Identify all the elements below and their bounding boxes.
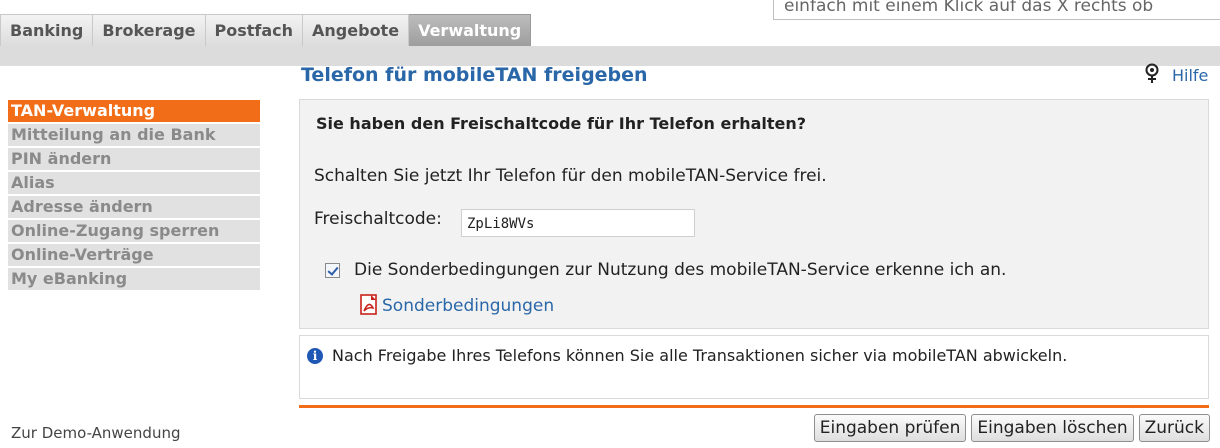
sidebar-item-adresse-aendern[interactable]: Adresse ändern bbox=[8, 196, 260, 218]
hint-banner: einfach mit einem Klick auf das X rechts… bbox=[773, 0, 1220, 20]
unlock-code-label: Freischaltcode: bbox=[314, 209, 442, 229]
form-intro: Schalten Sie jetzt Ihr Telefon für den m… bbox=[314, 166, 827, 186]
divider bbox=[299, 405, 1209, 408]
tab-postfach[interactable]: Postfach bbox=[205, 14, 304, 46]
info-text: Nach Freigabe Ihres Telefons können Sie … bbox=[332, 346, 1068, 365]
form-panel: Sie haben den Freischaltcode für Ihr Tel… bbox=[299, 99, 1209, 329]
demo-link[interactable]: Zur Demo-Anwendung bbox=[11, 424, 180, 442]
sidebar-item-online-vertraege[interactable]: Online-Verträge bbox=[8, 244, 260, 266]
page-title: Telefon für mobileTAN freigeben bbox=[301, 64, 648, 86]
sidebar-item-my-ebanking[interactable]: My eBanking bbox=[8, 268, 260, 290]
check-input-button[interactable]: Eingaben prüfen bbox=[813, 414, 967, 442]
help-icon[interactable] bbox=[1144, 63, 1164, 85]
sidebar: TAN-Verwaltung Mitteilung an die Bank PI… bbox=[8, 100, 260, 292]
tab-angebote[interactable]: Angebote bbox=[303, 14, 410, 46]
subnav-bar bbox=[0, 46, 1220, 66]
tab-verwaltung[interactable]: Verwaltung bbox=[409, 14, 532, 46]
action-buttons: Eingaben prüfen Eingaben löschen Zurück bbox=[813, 414, 1210, 442]
form-heading: Sie haben den Freischaltcode für Ihr Tel… bbox=[316, 114, 807, 133]
tab-banking[interactable]: Banking bbox=[0, 14, 94, 46]
info-panel: i Nach Freigabe Ihres Telefons können Si… bbox=[299, 335, 1209, 399]
accept-terms-checkbox[interactable] bbox=[325, 263, 340, 278]
clear-input-button[interactable]: Eingaben löschen bbox=[971, 414, 1134, 442]
sidebar-item-tan-verwaltung[interactable]: TAN-Verwaltung bbox=[8, 100, 260, 122]
pdf-icon bbox=[360, 294, 377, 315]
sidebar-item-zugang-sperren[interactable]: Online-Zugang sperren bbox=[8, 220, 260, 242]
terms-link[interactable]: Sonderbedingungen bbox=[382, 296, 554, 316]
back-button[interactable]: Zurück bbox=[1138, 414, 1210, 442]
sidebar-item-alias[interactable]: Alias bbox=[8, 172, 260, 194]
main-tabs: Banking Brokerage Postfach Angebote Verw… bbox=[0, 14, 532, 46]
top-navigation: einfach mit einem Klick auf das X rechts… bbox=[0, 0, 1220, 50]
info-icon: i bbox=[307, 348, 323, 364]
sidebar-item-pin-aendern[interactable]: PIN ändern bbox=[8, 148, 260, 170]
sidebar-item-mitteilung[interactable]: Mitteilung an die Bank bbox=[8, 124, 260, 146]
accept-terms-label[interactable]: Die Sonderbedingungen zur Nutzung des mo… bbox=[354, 260, 1006, 280]
unlock-code-input[interactable]: ZpLi8WVs bbox=[461, 209, 695, 237]
tab-brokerage[interactable]: Brokerage bbox=[93, 14, 206, 46]
help-link[interactable]: Hilfe bbox=[1172, 66, 1208, 85]
